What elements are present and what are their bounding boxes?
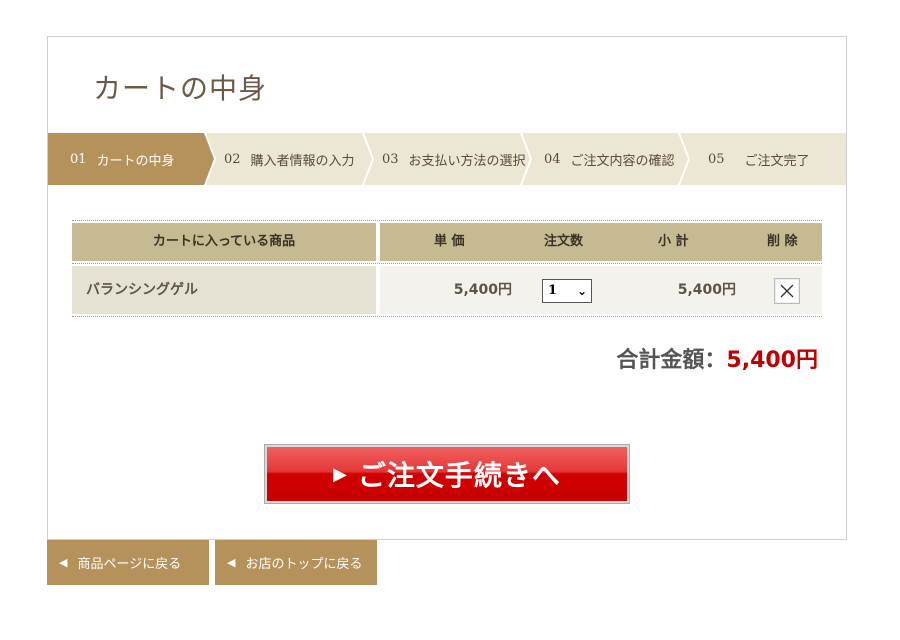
quantity-value: 1 bbox=[548, 283, 558, 298]
back-to-product-button[interactable]: ◀ 商品ページに戻る bbox=[47, 540, 209, 585]
col-header-subtotal: 小 計 bbox=[658, 234, 689, 249]
step-number: 05 bbox=[708, 151, 725, 167]
item-name: バランシングゲル bbox=[86, 282, 198, 298]
step-label: ご注文内容の確認 bbox=[570, 153, 675, 169]
back-to-product-label: 商品ページに戻る bbox=[77, 557, 182, 572]
step-number: 04 bbox=[544, 151, 561, 167]
total-amount: 5,400円 bbox=[726, 348, 818, 373]
back-to-top-label: お店のトップに戻る bbox=[245, 557, 363, 572]
step-number: 02 bbox=[224, 151, 241, 167]
play-triangle-icon: ▶ bbox=[333, 463, 348, 485]
close-icon bbox=[780, 284, 794, 298]
cart-panel: カートの中身 01 カートの中身 02 購入者情報の入力 03 お支払い方法の選… bbox=[47, 36, 847, 540]
quantity-select[interactable]: 1 ⌄ bbox=[542, 279, 592, 303]
checkout-steps: 01 カートの中身 02 購入者情報の入力 03 お支払い方法の選択 04 ご注… bbox=[48, 133, 846, 185]
table-divider bbox=[72, 316, 822, 317]
step-label: ご注文完了 bbox=[744, 153, 810, 169]
step-cart: 01 カートの中身 bbox=[48, 133, 214, 185]
step-number: 03 bbox=[382, 151, 399, 167]
item-subtotal: 5,400円 bbox=[677, 282, 736, 298]
step-complete: 05 ご注文完了 bbox=[680, 133, 846, 185]
page-title: カートの中身 bbox=[93, 72, 268, 105]
table-row: バランシングゲル 5,400円 1 ⌄ 5,400円 bbox=[72, 266, 822, 314]
cart-table: カートに入っている商品 単 価 注文数 小 計 削 除 バランシングゲル 5,4… bbox=[72, 220, 822, 317]
col-header-item: カートに入っている商品 bbox=[152, 234, 296, 249]
step-label: お支払い方法の選択 bbox=[408, 153, 526, 169]
col-header-unit-price: 単 価 bbox=[434, 234, 465, 249]
step-number: 01 bbox=[70, 151, 87, 167]
delete-item-button[interactable] bbox=[774, 278, 800, 304]
col-header-qty: 注文数 bbox=[544, 234, 584, 249]
table-divider bbox=[72, 220, 822, 221]
step-label: 購入者情報の入力 bbox=[250, 153, 355, 169]
col-header-delete: 削 除 bbox=[767, 234, 798, 249]
order-button-label: ご注文手続きへ bbox=[357, 459, 561, 492]
step-label: カートの中身 bbox=[96, 153, 175, 169]
back-to-top-button[interactable]: ◀ お店のトップに戻る bbox=[215, 540, 377, 585]
step-buyer-info: 02 購入者情報の入力 bbox=[206, 133, 372, 185]
total-label: 合計金額： bbox=[616, 348, 727, 373]
step-payment: 03 お支払い方法の選択 bbox=[364, 133, 530, 185]
arrow-left-icon: ◀ bbox=[59, 556, 68, 569]
step-confirm: 04 ご注文内容の確認 bbox=[522, 133, 688, 185]
arrow-left-icon: ◀ bbox=[227, 556, 236, 569]
table-header: カートに入っている商品 単 価 注文数 小 計 削 除 bbox=[72, 223, 822, 261]
proceed-to-checkout-button[interactable]: ▶ ご注文手続きへ bbox=[264, 444, 630, 504]
item-unit-price: 5,400円 bbox=[453, 282, 512, 298]
order-total: 合計金額：5,400円 bbox=[616, 342, 818, 374]
table-divider bbox=[72, 263, 822, 264]
chevron-down-icon: ⌄ bbox=[576, 284, 587, 298]
